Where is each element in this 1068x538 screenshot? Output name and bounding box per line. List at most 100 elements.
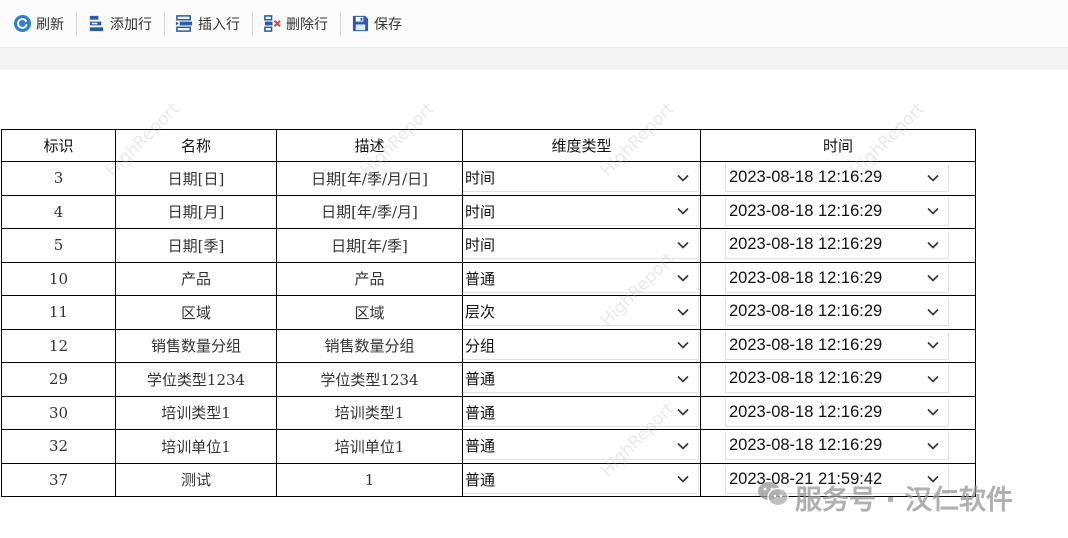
toolbar-divider (252, 11, 253, 36)
refresh-button[interactable]: 刷新 (0, 11, 72, 37)
toolbar: 刷新 添加行 插入行 删除行 保存 (0, 0, 1068, 48)
chevron-down-icon (676, 238, 690, 252)
cell-dimension-type: 普通 (462, 362, 701, 397)
cell-id[interactable]: 29 (1, 362, 116, 397)
cell-time: 2023-08-18 12:16:29 (700, 362, 976, 397)
cell-description[interactable]: 1 (276, 462, 463, 497)
time-select[interactable]: 2023-08-18 12:16:29 (725, 164, 949, 193)
cell-id[interactable]: 3 (1, 161, 116, 196)
header-time: 时间 (700, 129, 976, 162)
dimension-type-select[interactable]: 普通 (463, 264, 699, 293)
time-value: 2023-08-18 12:16:29 (729, 302, 883, 321)
chevron-down-icon (926, 372, 940, 386)
cell-id[interactable]: 11 (1, 295, 116, 330)
delete-row-label: 删除行 (286, 16, 328, 33)
chevron-down-icon (676, 305, 690, 319)
table-row: 10 产品 产品 普通 2023-08-18 12:16:29 (1, 261, 976, 296)
cell-id[interactable]: 30 (1, 395, 116, 430)
dimension-type-select[interactable]: 时间 (463, 231, 699, 260)
header-description: 描述 (276, 129, 463, 162)
cell-description[interactable]: 培训单位1 (276, 429, 463, 464)
cell-id[interactable]: 4 (1, 194, 116, 229)
time-select[interactable]: 2023-08-18 12:16:29 (725, 197, 949, 226)
cell-time: 2023-08-18 12:16:29 (700, 328, 976, 363)
time-select[interactable]: 2023-08-18 12:16:29 (725, 298, 949, 327)
cell-name[interactable]: 培训类型1 (115, 395, 277, 430)
insert-row-button[interactable]: 插入行 (169, 11, 248, 37)
cell-dimension-type: 普通 (462, 462, 701, 497)
save-icon (351, 14, 370, 33)
dimension-type-value: 层次 (465, 303, 496, 322)
time-select[interactable]: 2023-08-18 12:16:29 (725, 365, 949, 394)
cell-description[interactable]: 日期[年/季/月/日] (276, 161, 463, 196)
delete-row-button[interactable]: 删除行 (257, 11, 336, 37)
toolbar-bottom-strip (0, 48, 1068, 70)
cell-description[interactable]: 日期[年/季] (276, 228, 463, 263)
add-row-button[interactable]: 添加行 (81, 11, 160, 37)
table-row: 4 日期[月] 日期[年/季/月] 时间 2023-08-18 12:16:29 (1, 194, 976, 229)
cell-name[interactable]: 销售数量分组 (115, 328, 277, 363)
cell-time: 2023-08-18 12:16:29 (700, 161, 976, 196)
cell-name[interactable]: 测试 (115, 462, 277, 497)
chevron-down-icon (926, 271, 940, 285)
dimension-type-select[interactable]: 时间 (463, 164, 699, 193)
dimension-type-select[interactable]: 普通 (463, 365, 699, 394)
chevron-down-icon (926, 305, 940, 319)
cell-description[interactable]: 产品 (276, 261, 463, 296)
time-select[interactable]: 2023-08-21 21:59:42 (725, 465, 949, 494)
chevron-down-icon (676, 372, 690, 386)
cell-description[interactable]: 日期[年/季/月] (276, 194, 463, 229)
cell-name[interactable]: 学位类型1234 (115, 362, 277, 397)
dimension-type-select[interactable]: 普通 (463, 398, 699, 427)
time-select[interactable]: 2023-08-18 12:16:29 (725, 398, 949, 427)
table-row: 5 日期[季] 日期[年/季] 时间 2023-08-18 12:16:29 (1, 228, 976, 263)
cell-name[interactable]: 日期[日] (115, 161, 277, 196)
toolbar-divider (76, 11, 77, 36)
dimension-type-select[interactable]: 时间 (463, 197, 699, 226)
cell-name[interactable]: 区域 (115, 295, 277, 330)
cell-id[interactable]: 32 (1, 429, 116, 464)
cell-description[interactable]: 区域 (276, 295, 463, 330)
dimension-type-select[interactable]: 层次 (463, 298, 699, 327)
chevron-down-icon (926, 171, 940, 185)
time-select[interactable]: 2023-08-18 12:16:29 (725, 264, 949, 293)
dimension-type-value: 普通 (465, 370, 496, 389)
dimension-type-value: 普通 (465, 269, 496, 288)
dimension-type-select[interactable]: 普通 (463, 465, 699, 494)
refresh-label: 刷新 (36, 16, 64, 33)
cell-name[interactable]: 日期[季] (115, 228, 277, 263)
dimension-type-select[interactable]: 普通 (463, 432, 699, 461)
time-value: 2023-08-18 12:16:29 (729, 235, 883, 254)
cell-id[interactable]: 12 (1, 328, 116, 363)
cell-dimension-type: 层次 (462, 295, 701, 330)
time-value: 2023-08-18 12:16:29 (729, 268, 883, 287)
cell-id[interactable]: 37 (1, 462, 116, 497)
table-row: 3 日期[日] 日期[年/季/月/日] 时间 2023-08-18 12:16:29 (1, 161, 976, 196)
table-header-row: 标识 名称 描述 维度类型 时间 (1, 129, 976, 162)
cell-name[interactable]: 日期[月] (115, 194, 277, 229)
chevron-down-icon (676, 171, 690, 185)
cell-time: 2023-08-18 12:16:29 (700, 261, 976, 296)
cell-time: 2023-08-18 12:16:29 (700, 429, 976, 464)
time-select[interactable]: 2023-08-18 12:16:29 (725, 432, 949, 461)
time-select[interactable]: 2023-08-18 12:16:29 (725, 331, 949, 360)
cell-description[interactable]: 培训类型1 (276, 395, 463, 430)
dimension-type-select[interactable]: 分组 (463, 331, 699, 360)
dimension-table: 标识 名称 描述 维度类型 时间 3 日期[日] 日期[年/季/月/日] 时间 2023… (1, 129, 976, 497)
save-button[interactable]: 保存 (345, 11, 410, 37)
chevron-down-icon (926, 472, 940, 486)
cell-description[interactable]: 学位类型1234 (276, 362, 463, 397)
table-row: 32 培训单位1 培训单位1 普通 2023-08-18 12:16:29 (1, 429, 976, 464)
time-select[interactable]: 2023-08-18 12:16:29 (725, 231, 949, 260)
cell-description[interactable]: 销售数量分组 (276, 328, 463, 363)
cell-id[interactable]: 10 (1, 261, 116, 296)
cell-time: 2023-08-21 21:59:42 (700, 462, 976, 497)
toolbar-divider (164, 11, 165, 36)
dimension-type-value: 分组 (465, 336, 496, 355)
cell-id[interactable]: 5 (1, 228, 116, 263)
cell-name[interactable]: 培训单位1 (115, 429, 277, 464)
cell-name[interactable]: 产品 (115, 261, 277, 296)
chevron-down-icon (926, 439, 940, 453)
chevron-down-icon (676, 439, 690, 453)
time-value: 2023-08-18 12:16:29 (729, 335, 883, 354)
